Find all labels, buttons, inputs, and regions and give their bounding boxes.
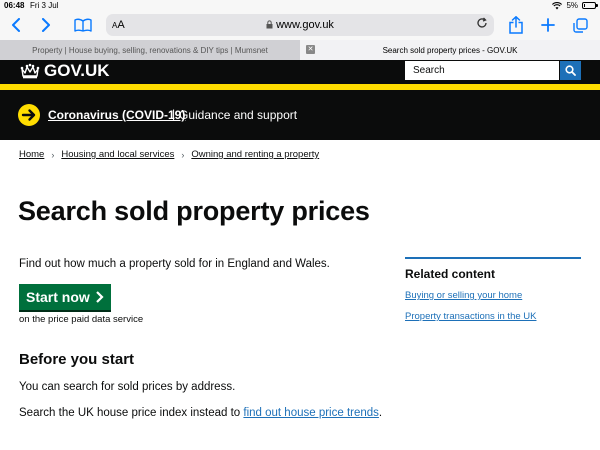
battery-fill <box>584 4 585 7</box>
chevron-left-icon <box>12 18 20 32</box>
start-now-button[interactable]: Start now <box>19 284 111 310</box>
share-icon <box>509 16 523 34</box>
wifi-icon <box>552 1 563 9</box>
tabs-overview-button[interactable] <box>571 14 589 36</box>
intro-text: Find out how much a property sold for in… <box>19 258 330 270</box>
crown-icon <box>20 63 40 79</box>
breadcrumb-housing[interactable]: Housing and local services <box>61 149 174 160</box>
close-tab-button[interactable]: ✕ <box>306 45 315 54</box>
tab-strip: Property | House buying, selling, renova… <box>0 40 600 60</box>
status-date: Fri 3 Jul <box>30 1 59 10</box>
logo-text: GOV.UK <box>44 61 110 80</box>
address-bar[interactable]: AA www.gov.uk <box>106 14 494 36</box>
url-text: www.gov.uk <box>276 19 334 31</box>
related-content-heading: Related content <box>405 267 496 281</box>
close-icon: ✕ <box>307 46 314 53</box>
search-input[interactable] <box>405 61 559 80</box>
page-title: Search sold property prices <box>18 196 370 226</box>
tabs-icon <box>572 17 588 33</box>
status-right: 5% <box>552 1 598 10</box>
related-rule <box>405 257 581 259</box>
chevron-right-icon <box>42 18 50 32</box>
search-icon <box>565 65 576 76</box>
house-price-index-text: Search the UK house price index instead … <box>19 407 382 419</box>
back-button[interactable] <box>8 14 24 36</box>
banner-text: Guidance and support <box>179 108 298 122</box>
govuk-header: GOV.UK <box>0 60 600 84</box>
forward-button[interactable] <box>38 14 54 36</box>
status-time: 06:48 <box>4 1 25 10</box>
tab-govuk[interactable]: ✕ Search sold property prices - GOV.UK <box>300 40 600 60</box>
new-tab-button[interactable] <box>539 14 557 36</box>
breadcrumb-home[interactable]: Home <box>19 149 44 160</box>
covid-banner: Coronavirus (COVID-19) | Guidance and su… <box>0 90 600 140</box>
banner-separator: | <box>172 107 176 121</box>
battery-icon <box>582 2 598 9</box>
tab-mumsnet[interactable]: Property | House buying, selling, renova… <box>0 40 300 60</box>
url-display: www.gov.uk <box>106 19 494 31</box>
book-icon <box>74 18 92 32</box>
para2-prefix: Search the UK house price index instead … <box>19 407 244 419</box>
start-caption: on the price paid data service <box>19 314 144 325</box>
related-link-property-transactions[interactable]: Property transactions in the UK <box>405 311 536 322</box>
arrow-circle-icon <box>18 104 40 126</box>
reload-icon <box>477 17 487 28</box>
search-button[interactable] <box>560 61 581 80</box>
start-button-label: Start now <box>26 289 90 305</box>
house-price-trends-link[interactable]: find out house price trends <box>243 407 379 419</box>
battery-percent: 5% <box>566 1 578 10</box>
bookmarks-button[interactable] <box>72 14 94 36</box>
breadcrumb-owning-renting[interactable]: Owning and renting a property <box>191 149 319 160</box>
search-by-address-text: You can search for sold prices by addres… <box>19 381 236 393</box>
share-button[interactable] <box>506 14 526 36</box>
lock-icon <box>266 20 273 29</box>
chevron-right-icon: › <box>181 149 185 160</box>
para2-suffix: . <box>378 407 383 419</box>
breadcrumb: Home › Housing and local services › Owni… <box>19 149 319 160</box>
covid-link[interactable]: Coronavirus (COVID-19) <box>48 108 185 122</box>
govuk-logo-link[interactable]: GOV.UK <box>20 61 110 81</box>
tab-label: Search sold property prices - GOV.UK <box>382 45 518 55</box>
tab-label: Property | House buying, selling, renova… <box>32 45 268 55</box>
reload-button[interactable] <box>476 17 488 32</box>
status-bar: 06:48 Fri 3 Jul 5% <box>0 0 600 12</box>
before-you-start-heading: Before you start <box>19 351 135 368</box>
browser-toolbar: AA www.gov.uk <box>0 12 600 40</box>
chevron-right-icon: › <box>51 149 55 160</box>
plus-icon <box>541 18 555 32</box>
chevron-right-icon <box>96 291 104 303</box>
related-link-buying-selling[interactable]: Buying or selling your home <box>405 290 522 301</box>
